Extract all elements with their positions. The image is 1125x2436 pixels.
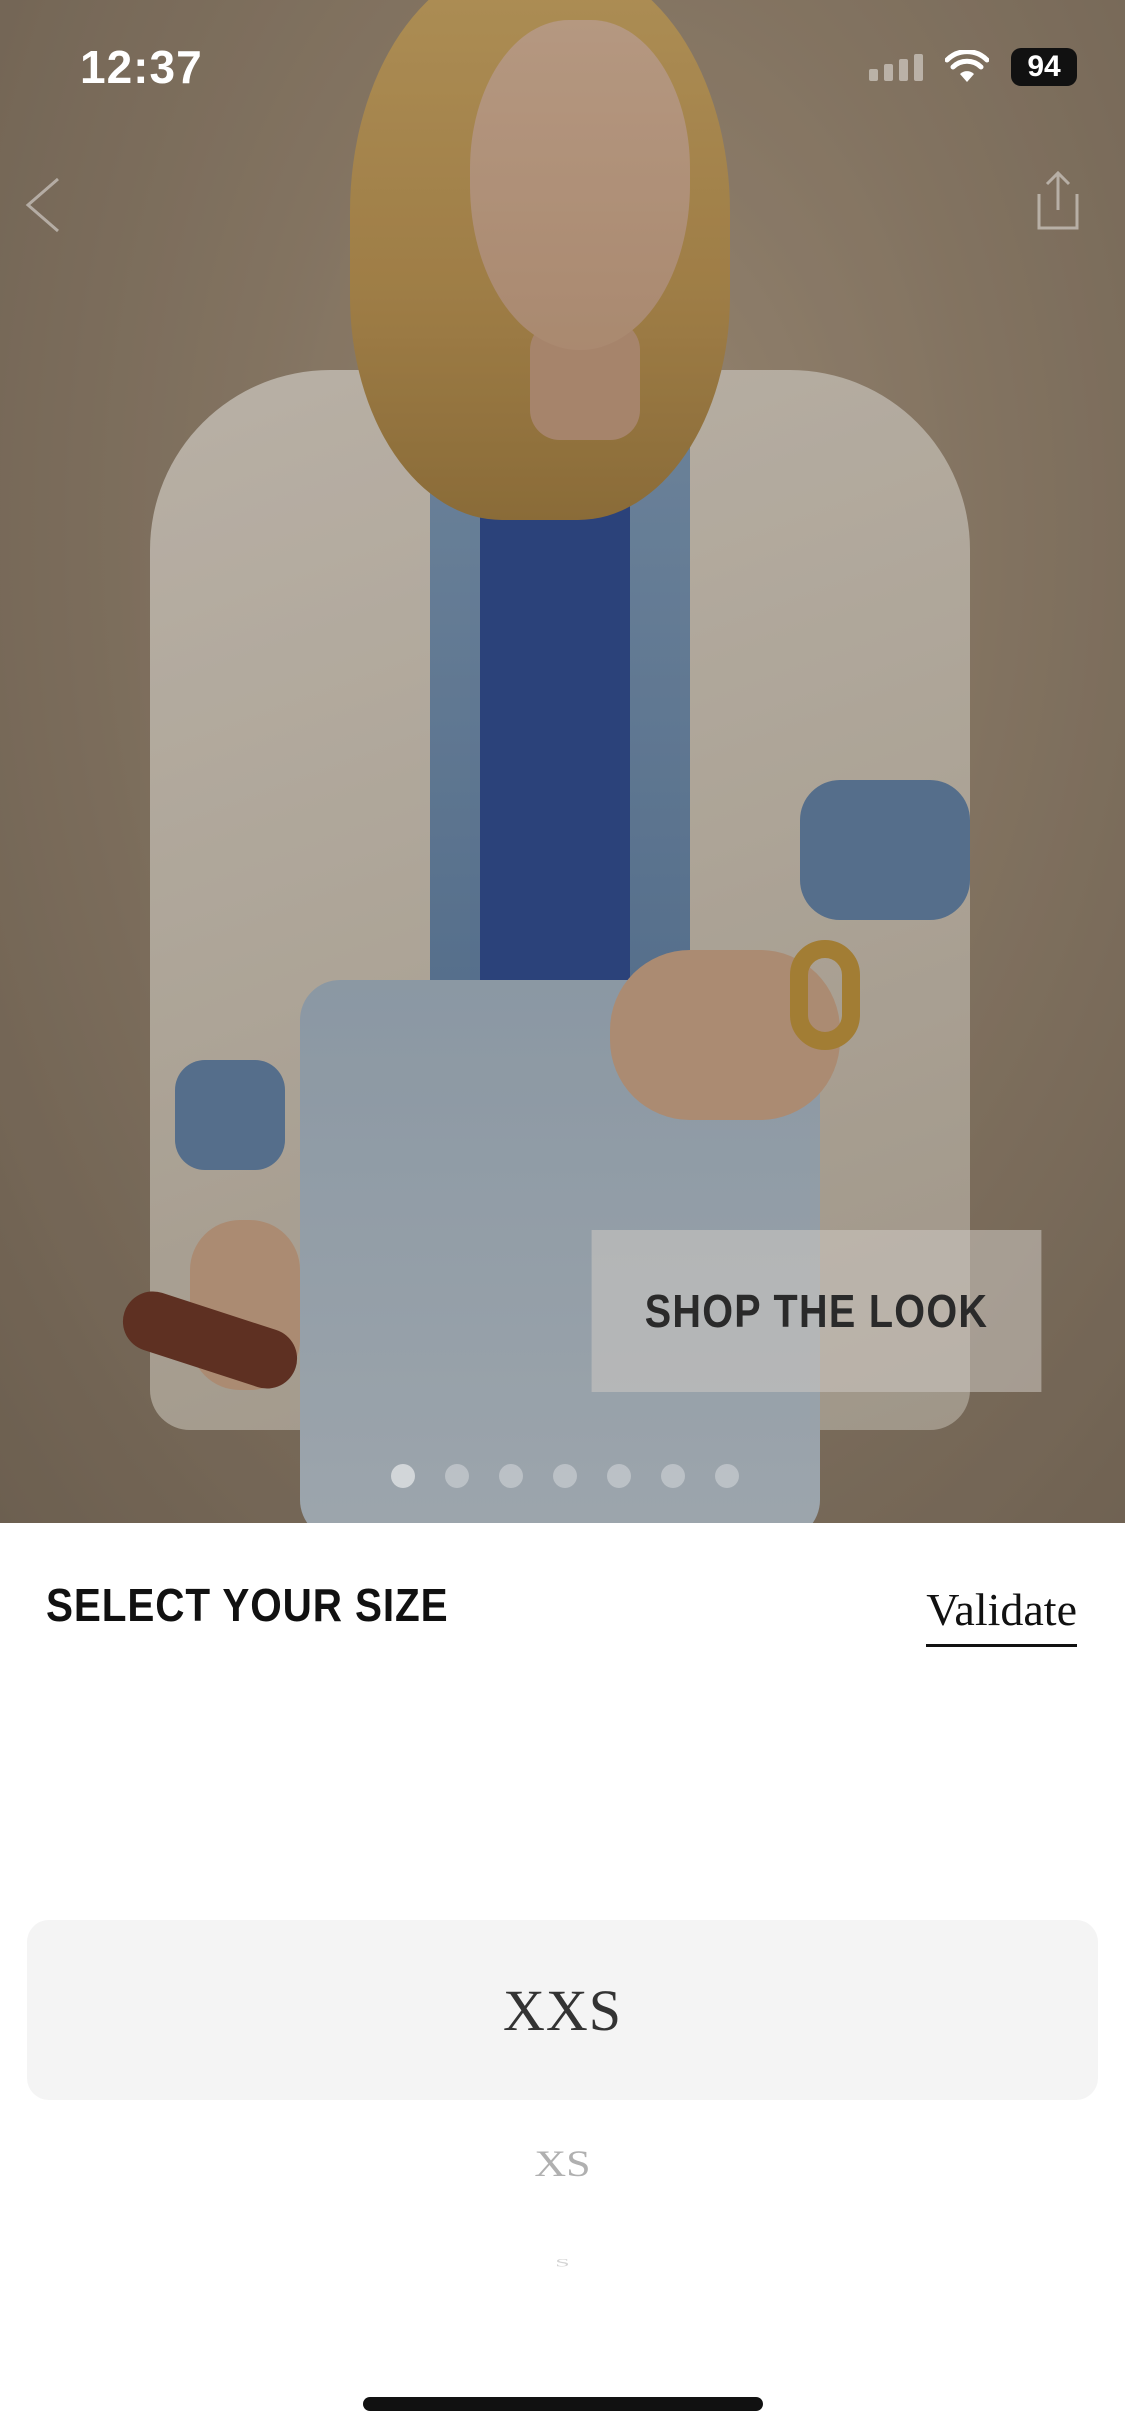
- size-option[interactable]: XS: [0, 2142, 1125, 2185]
- carousel-page-indicator: [391, 1464, 739, 1488]
- cellular-signal-icon: [869, 53, 923, 81]
- carousel-dot[interactable]: [499, 1464, 523, 1488]
- share-icon[interactable]: [1033, 170, 1083, 232]
- chevron-left-icon[interactable]: [18, 175, 68, 235]
- carousel-dot[interactable]: [607, 1464, 631, 1488]
- size-selection-sheet: SELECT YOUR SIZE Validate XXS XS S: [0, 1523, 1125, 2436]
- carousel-dot[interactable]: [715, 1464, 739, 1488]
- size-option[interactable]: S: [0, 2256, 1125, 2270]
- home-indicator[interactable]: [363, 2397, 763, 2411]
- battery-indicator: 94: [1011, 48, 1077, 86]
- sheet-title: SELECT YOUR SIZE: [46, 1579, 449, 1631]
- validate-button[interactable]: Validate: [926, 1583, 1077, 1647]
- carousel-dot[interactable]: [391, 1464, 415, 1488]
- wifi-icon: [945, 50, 989, 82]
- status-time: 12:37: [80, 41, 203, 93]
- carousel-dot[interactable]: [445, 1464, 469, 1488]
- carousel-dot[interactable]: [553, 1464, 577, 1488]
- carousel-dot[interactable]: [661, 1464, 685, 1488]
- shop-the-look-button[interactable]: SHOP THE LOOK: [591, 1230, 1042, 1392]
- size-option-selected[interactable]: XXS: [27, 1920, 1098, 2100]
- status-indicators: 94: [869, 48, 1077, 86]
